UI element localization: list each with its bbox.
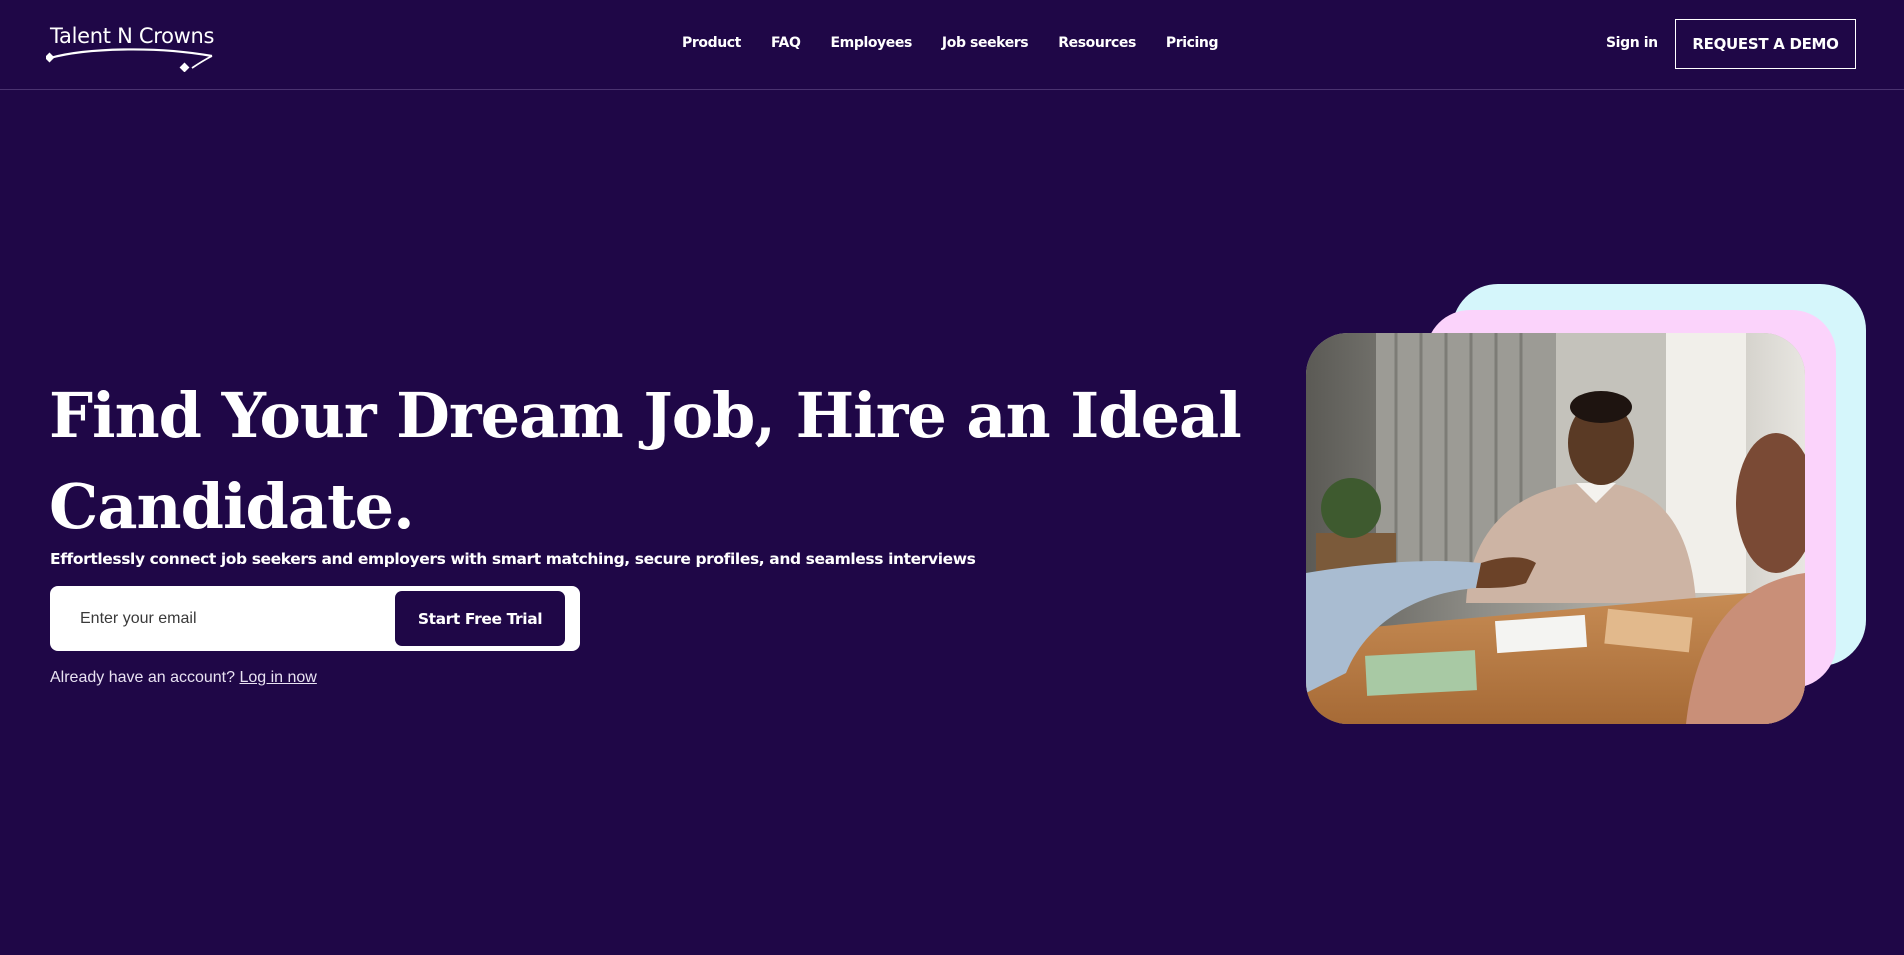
nav-job-seekers[interactable]: Job seekers [942, 35, 1029, 51]
main-nav: Product FAQ Employees Job seekers Resour… [682, 35, 1219, 51]
login-prompt: Already have an account? Log in now [50, 669, 317, 687]
nav-pricing[interactable]: Pricing [1166, 35, 1219, 51]
hero-photo-handshake [1306, 333, 1805, 724]
hero-subtext: Effortlessly connect job seekers and emp… [50, 550, 976, 568]
sign-in-link[interactable]: Sign in [1606, 35, 1658, 51]
site-header: Talent N Crowns Product FAQ Employees Jo… [0, 0, 1904, 90]
nav-product[interactable]: Product [682, 35, 741, 51]
crown-swoosh-icon [46, 48, 213, 72]
nav-faq[interactable]: FAQ [771, 35, 801, 51]
nav-employees[interactable]: Employees [830, 35, 912, 51]
account-prompt-text: Already have an account? [50, 669, 236, 686]
email-input[interactable] [50, 586, 380, 651]
log-in-link[interactable]: Log in now [239, 669, 316, 686]
start-free-trial-button[interactable]: Start Free Trial [395, 591, 565, 646]
request-demo-button[interactable]: REQUEST A DEMO [1675, 19, 1856, 69]
email-signup-form: Start Free Trial [50, 586, 580, 651]
nav-resources[interactable]: Resources [1058, 35, 1136, 51]
logo[interactable]: Talent N Crowns [46, 24, 216, 72]
hero-headline: Find Your Dream Job, Hire an Ideal Candi… [49, 379, 1242, 543]
